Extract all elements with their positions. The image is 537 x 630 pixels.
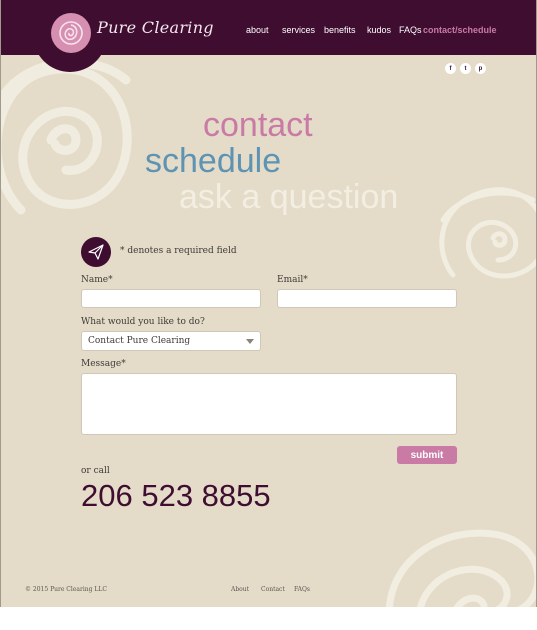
hero-contact: contact xyxy=(203,106,313,144)
page: Pure Clearing about services benefits ku… xyxy=(0,0,537,607)
swirl-decoration-bottom xyxy=(386,529,536,607)
nav-kudos[interactable]: kudos xyxy=(367,25,391,35)
submit-button[interactable]: submit xyxy=(397,446,457,464)
email-label: Email* xyxy=(277,275,308,285)
footer-link-about[interactable]: About xyxy=(231,586,249,593)
facebook-icon[interactable]: f xyxy=(445,63,456,74)
footer-link-faqs[interactable]: FAQs xyxy=(294,586,310,593)
name-field[interactable] xyxy=(81,289,261,308)
twitter-icon[interactable]: t xyxy=(460,63,471,74)
nav-about[interactable]: about xyxy=(246,25,269,35)
todo-selected-value: Contact Pure Clearing xyxy=(88,336,191,346)
nav-contact-schedule[interactable]: contact/schedule xyxy=(423,25,497,35)
swirl-decoration-right xyxy=(439,187,536,279)
nav-benefits[interactable]: benefits xyxy=(324,25,356,35)
brand-name[interactable]: Pure Clearing xyxy=(97,18,214,37)
paper-plane-icon xyxy=(81,237,111,267)
email-field[interactable] xyxy=(277,289,457,308)
todo-label: What would you like to do? xyxy=(81,317,205,327)
pinterest-icon[interactable]: p xyxy=(475,63,486,74)
name-label: Name* xyxy=(81,275,113,285)
message-field[interactable] xyxy=(81,373,457,435)
hero-schedule: schedule xyxy=(145,142,282,180)
footer-link-contact[interactable]: Contact xyxy=(261,586,285,593)
hero-ask-question: ask a question xyxy=(179,178,399,216)
or-call-label: or call xyxy=(81,466,110,476)
message-label: Message* xyxy=(81,359,126,369)
copyright: © 2015 Pure Clearing LLC xyxy=(25,586,107,593)
required-note: * denotes a required field xyxy=(120,246,237,256)
todo-select[interactable]: Contact Pure Clearing xyxy=(81,331,261,351)
logo-rose-icon[interactable] xyxy=(51,13,91,53)
chevron-down-icon xyxy=(246,339,254,344)
nav-services[interactable]: services xyxy=(282,25,315,35)
nav-faqs[interactable]: FAQs xyxy=(399,25,422,35)
phone-number[interactable]: 206 523 8855 xyxy=(81,478,271,514)
